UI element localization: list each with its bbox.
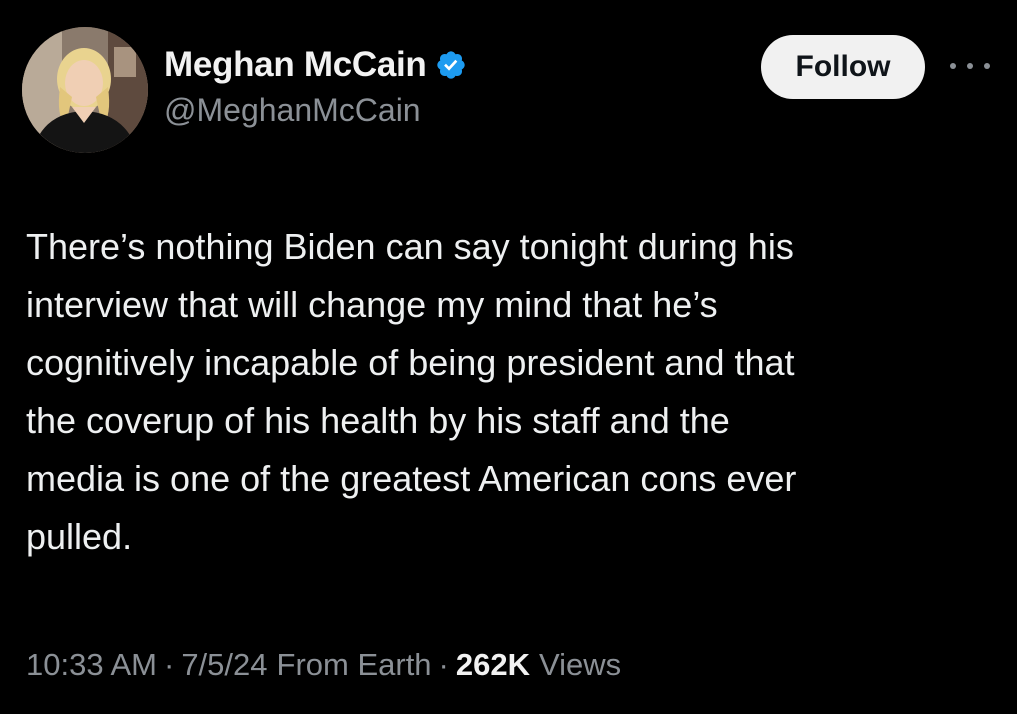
tweet-date[interactable]: 7/5/24 <box>181 647 267 683</box>
dot <box>967 63 973 69</box>
ellipsis-icon[interactable] <box>950 56 990 76</box>
profile-photo-icon <box>22 27 148 153</box>
verified-badge-icon[interactable] <box>435 49 467 81</box>
author-info: Meghan McCain @MeghanMcCain <box>164 42 467 129</box>
meta-separator: · <box>438 647 449 682</box>
author-name-row: Meghan McCain <box>164 42 467 88</box>
dot <box>984 63 990 69</box>
dot <box>950 63 956 69</box>
author-display-name[interactable]: Meghan McCain <box>164 45 427 85</box>
tweet-meta: 10:33 AM · 7/5/24 From Earth · 262K View… <box>26 640 621 690</box>
tweet-text: There’s nothing Biden can say tonight du… <box>26 226 797 557</box>
views-count[interactable]: 262K <box>456 647 530 683</box>
author-avatar[interactable] <box>22 27 148 153</box>
meta-separator: · <box>163 647 175 682</box>
tweet-card: Meghan McCain @MeghanMcCain Follow There… <box>0 0 1017 714</box>
author-handle[interactable]: @MeghanMcCain <box>164 92 467 129</box>
tweet-time[interactable]: 10:33 AM <box>26 647 157 683</box>
follow-button[interactable]: Follow <box>761 35 925 99</box>
views-label[interactable]: Views <box>539 647 621 683</box>
tweet-source: From Earth <box>276 647 432 682</box>
